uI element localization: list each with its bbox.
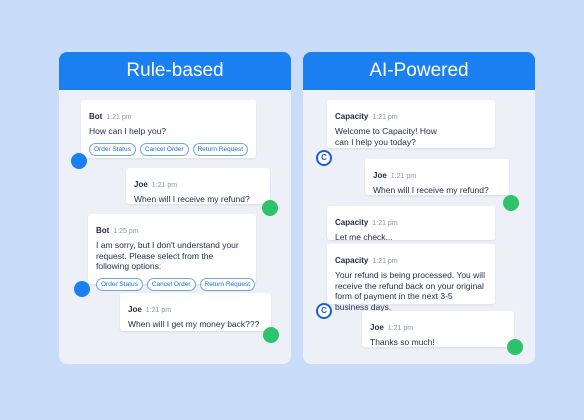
rule-based-panel: Rule-based Bot 1:21 pm How can I help you… — [59, 52, 291, 364]
option-return-request[interactable]: Return Request — [192, 142, 249, 156]
sender-name: Capacity — [335, 218, 369, 227]
user-message: Joe 1:21 pm When will I get my money back… — [120, 293, 271, 331]
option-return-request[interactable]: Return Request — [199, 277, 256, 291]
user-avatar — [503, 195, 519, 211]
option-cancel-order[interactable]: Cancel Order — [139, 142, 189, 156]
sender-name: Capacity — [335, 256, 369, 265]
bot-message: Bot 1:25 pm I am sorry, but I don't under… — [88, 214, 256, 291]
timestamp: 1:21 pm — [145, 307, 172, 314]
message-text: Welcome to Capacity! How can I help you … — [335, 126, 437, 147]
option-order-status[interactable]: Order Status — [89, 142, 136, 156]
sender-name: Joe — [134, 180, 148, 189]
timestamp: 1:25 pm — [113, 228, 139, 235]
timestamp: 1:21 pm — [106, 114, 132, 121]
sender-name: Joe — [373, 171, 387, 180]
option-cancel-order[interactable]: Cancel Order — [146, 277, 196, 291]
message-text: How can I help you? — [89, 126, 167, 136]
option-order-status[interactable]: Order Status — [96, 277, 143, 291]
message-text: When will I receive my refund? — [134, 194, 250, 204]
bot-message: Capacity 1:21 pm Welcome to Capacity! How… — [327, 100, 495, 148]
user-message: Joe 1:21 pm When will I receive my refund… — [126, 168, 270, 204]
capacity-avatar: C — [316, 150, 332, 166]
sender-name: Joe — [370, 323, 384, 332]
timestamp: 1:21 pm — [390, 173, 417, 180]
timestamp: 1:21 pm — [372, 220, 398, 227]
user-avatar — [507, 339, 523, 355]
bot-avatar — [71, 153, 87, 169]
message-text: Thanks so much! — [370, 337, 435, 347]
bot-avatar — [74, 281, 90, 297]
bot-message: Capacity 1:21 pm Let me check... — [327, 206, 495, 242]
message-text: I am sorry, but I don't understand your … — [96, 240, 239, 271]
user-message: Joe 1:21 pm When will I receive my refund… — [365, 159, 509, 195]
bot-message: Capacity 1:21 pm Your refund is being pro… — [327, 244, 495, 312]
message-text: When will I get my money back??? — [128, 319, 260, 329]
ai-powered-panel: AI-Powered Capacity 1:21 pm Welcome to Ca… — [303, 52, 535, 364]
message-text: Let me check... — [335, 232, 393, 242]
message-text: When will I receive my refund? — [373, 185, 489, 195]
panel-title: AI-Powered — [303, 52, 535, 90]
user-avatar — [263, 327, 279, 343]
user-avatar — [262, 200, 278, 216]
timestamp: 1:21 pm — [372, 258, 398, 265]
sender-name: Capacity — [335, 112, 369, 121]
sender-name: Joe — [128, 305, 142, 314]
user-message: Joe 1:21 pm Thanks so much! — [362, 311, 514, 347]
capacity-avatar: C — [316, 303, 332, 319]
sender-name: Bot — [89, 112, 103, 121]
timestamp: 1:21 pm — [151, 182, 178, 189]
timestamp: 1:21 pm — [372, 114, 398, 121]
bot-message: Bot 1:21 pm How can I help you? Order Sta… — [81, 100, 256, 158]
message-text: Your refund is being processed. You will… — [335, 270, 485, 312]
timestamp: 1:21 pm — [387, 325, 414, 332]
sender-name: Bot — [96, 226, 110, 235]
panel-title: Rule-based — [59, 52, 291, 90]
